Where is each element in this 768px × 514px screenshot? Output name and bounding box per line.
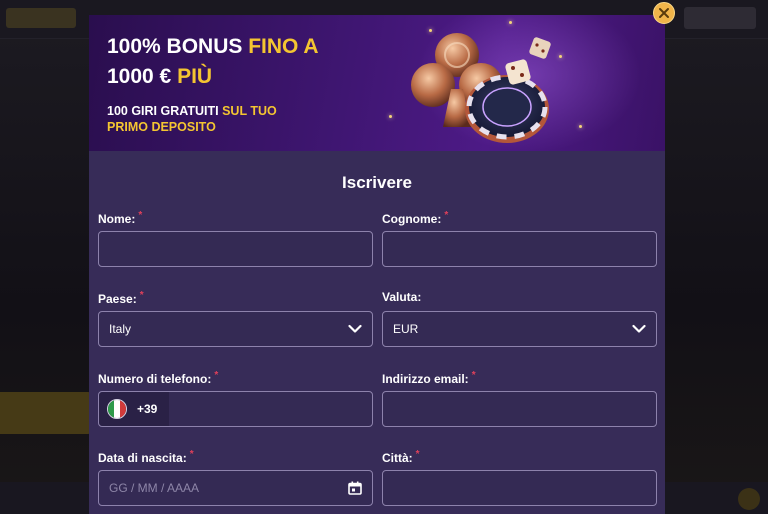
birth-date-input[interactable]: GG / MM / AAAA xyxy=(98,470,373,506)
city-label: Città: * xyxy=(382,449,420,465)
last-name-input[interactable] xyxy=(382,231,657,267)
bonus-banner: 100% BONUS FINO A 1000 € PIÙ 100 GIRI GR… xyxy=(89,15,665,151)
currency-select[interactable]: EUR xyxy=(382,311,657,347)
first-name-label-text: Nome: xyxy=(98,212,136,226)
background-chat-icon xyxy=(738,488,760,510)
email-label: Indirizzo email: * xyxy=(382,370,476,386)
phone-label-text: Numero di telefono: xyxy=(98,372,212,386)
background-login-button xyxy=(684,7,756,29)
phone-country-code-selector[interactable]: +39 xyxy=(99,392,169,426)
required-mark: * xyxy=(415,449,420,460)
close-button[interactable] xyxy=(653,2,675,24)
sparkle xyxy=(559,55,562,58)
bonus-headline-highlight: FINO A xyxy=(248,35,319,58)
country-label-text: Paese: xyxy=(98,292,137,306)
sparkle xyxy=(579,125,582,128)
free-spins-text: 100 GIRI GRATUITI xyxy=(107,104,223,118)
required-mark: * xyxy=(444,210,449,221)
first-deposit-text: PRIMO DEPOSITO xyxy=(107,120,216,134)
required-mark: * xyxy=(138,210,143,221)
city-input[interactable] xyxy=(382,470,657,506)
currency-value: EUR xyxy=(393,322,419,336)
phone-label: Numero di telefono: * xyxy=(98,370,218,386)
first-name-input[interactable] xyxy=(98,231,373,267)
country-label: Paese: * xyxy=(98,290,144,306)
bonus-headline-part: 100% BONUS xyxy=(107,35,249,58)
chevron-down-icon xyxy=(632,324,646,333)
first-name-label: Nome: * xyxy=(98,210,142,226)
email-label-text: Indirizzo email: xyxy=(382,372,469,386)
free-spins-highlight: SUL TUO xyxy=(222,104,277,118)
required-mark: * xyxy=(214,370,219,381)
bonus-subline: 100 GIRI GRATUITI SUL TUO PRIMO DEPOSITO xyxy=(107,103,277,135)
country-value: Italy xyxy=(109,322,132,336)
italy-flag-icon xyxy=(107,399,127,419)
phone-prefix: +39 xyxy=(137,402,158,416)
calendar-icon[interactable] xyxy=(348,481,362,495)
bonus-amount-highlight: PIÙ xyxy=(177,65,213,88)
last-name-label-text: Cognome: xyxy=(382,212,442,226)
birth-date-placeholder: GG / MM / AAAA xyxy=(109,481,200,495)
bonus-headline: 100% BONUS FINO A 1000 € PIÙ xyxy=(107,32,319,92)
country-select[interactable]: Italy xyxy=(98,311,373,347)
signup-modal: 100% BONUS FINO A 1000 € PIÙ 100 GIRI GR… xyxy=(89,15,665,514)
birth-date-label: Data di nascita: * xyxy=(98,449,194,465)
city-label-text: Città: xyxy=(382,451,413,465)
last-name-label: Cognome: * xyxy=(382,210,448,226)
poker-chip-icon xyxy=(465,74,549,143)
dice-icon xyxy=(505,37,551,85)
email-input[interactable] xyxy=(382,391,657,427)
casino-chips-illustration xyxy=(411,33,551,143)
background-logo xyxy=(6,8,76,28)
phone-input[interactable]: +39 xyxy=(98,391,373,427)
bonus-amount: 1000 € xyxy=(107,65,178,88)
required-mark: * xyxy=(189,449,194,460)
background-cta-button xyxy=(0,392,92,434)
required-mark: * xyxy=(471,370,476,381)
sparkle xyxy=(389,115,392,118)
close-icon xyxy=(659,8,669,18)
birth-date-label-text: Data di nascita: xyxy=(98,451,187,465)
required-mark: * xyxy=(139,290,144,301)
form-title: Iscrivere xyxy=(342,173,412,192)
sparkle xyxy=(509,21,512,24)
sparkle xyxy=(429,29,432,32)
currency-label: Valuta: xyxy=(382,290,421,304)
currency-label-text: Valuta: xyxy=(382,290,422,304)
chevron-down-icon xyxy=(348,324,362,333)
